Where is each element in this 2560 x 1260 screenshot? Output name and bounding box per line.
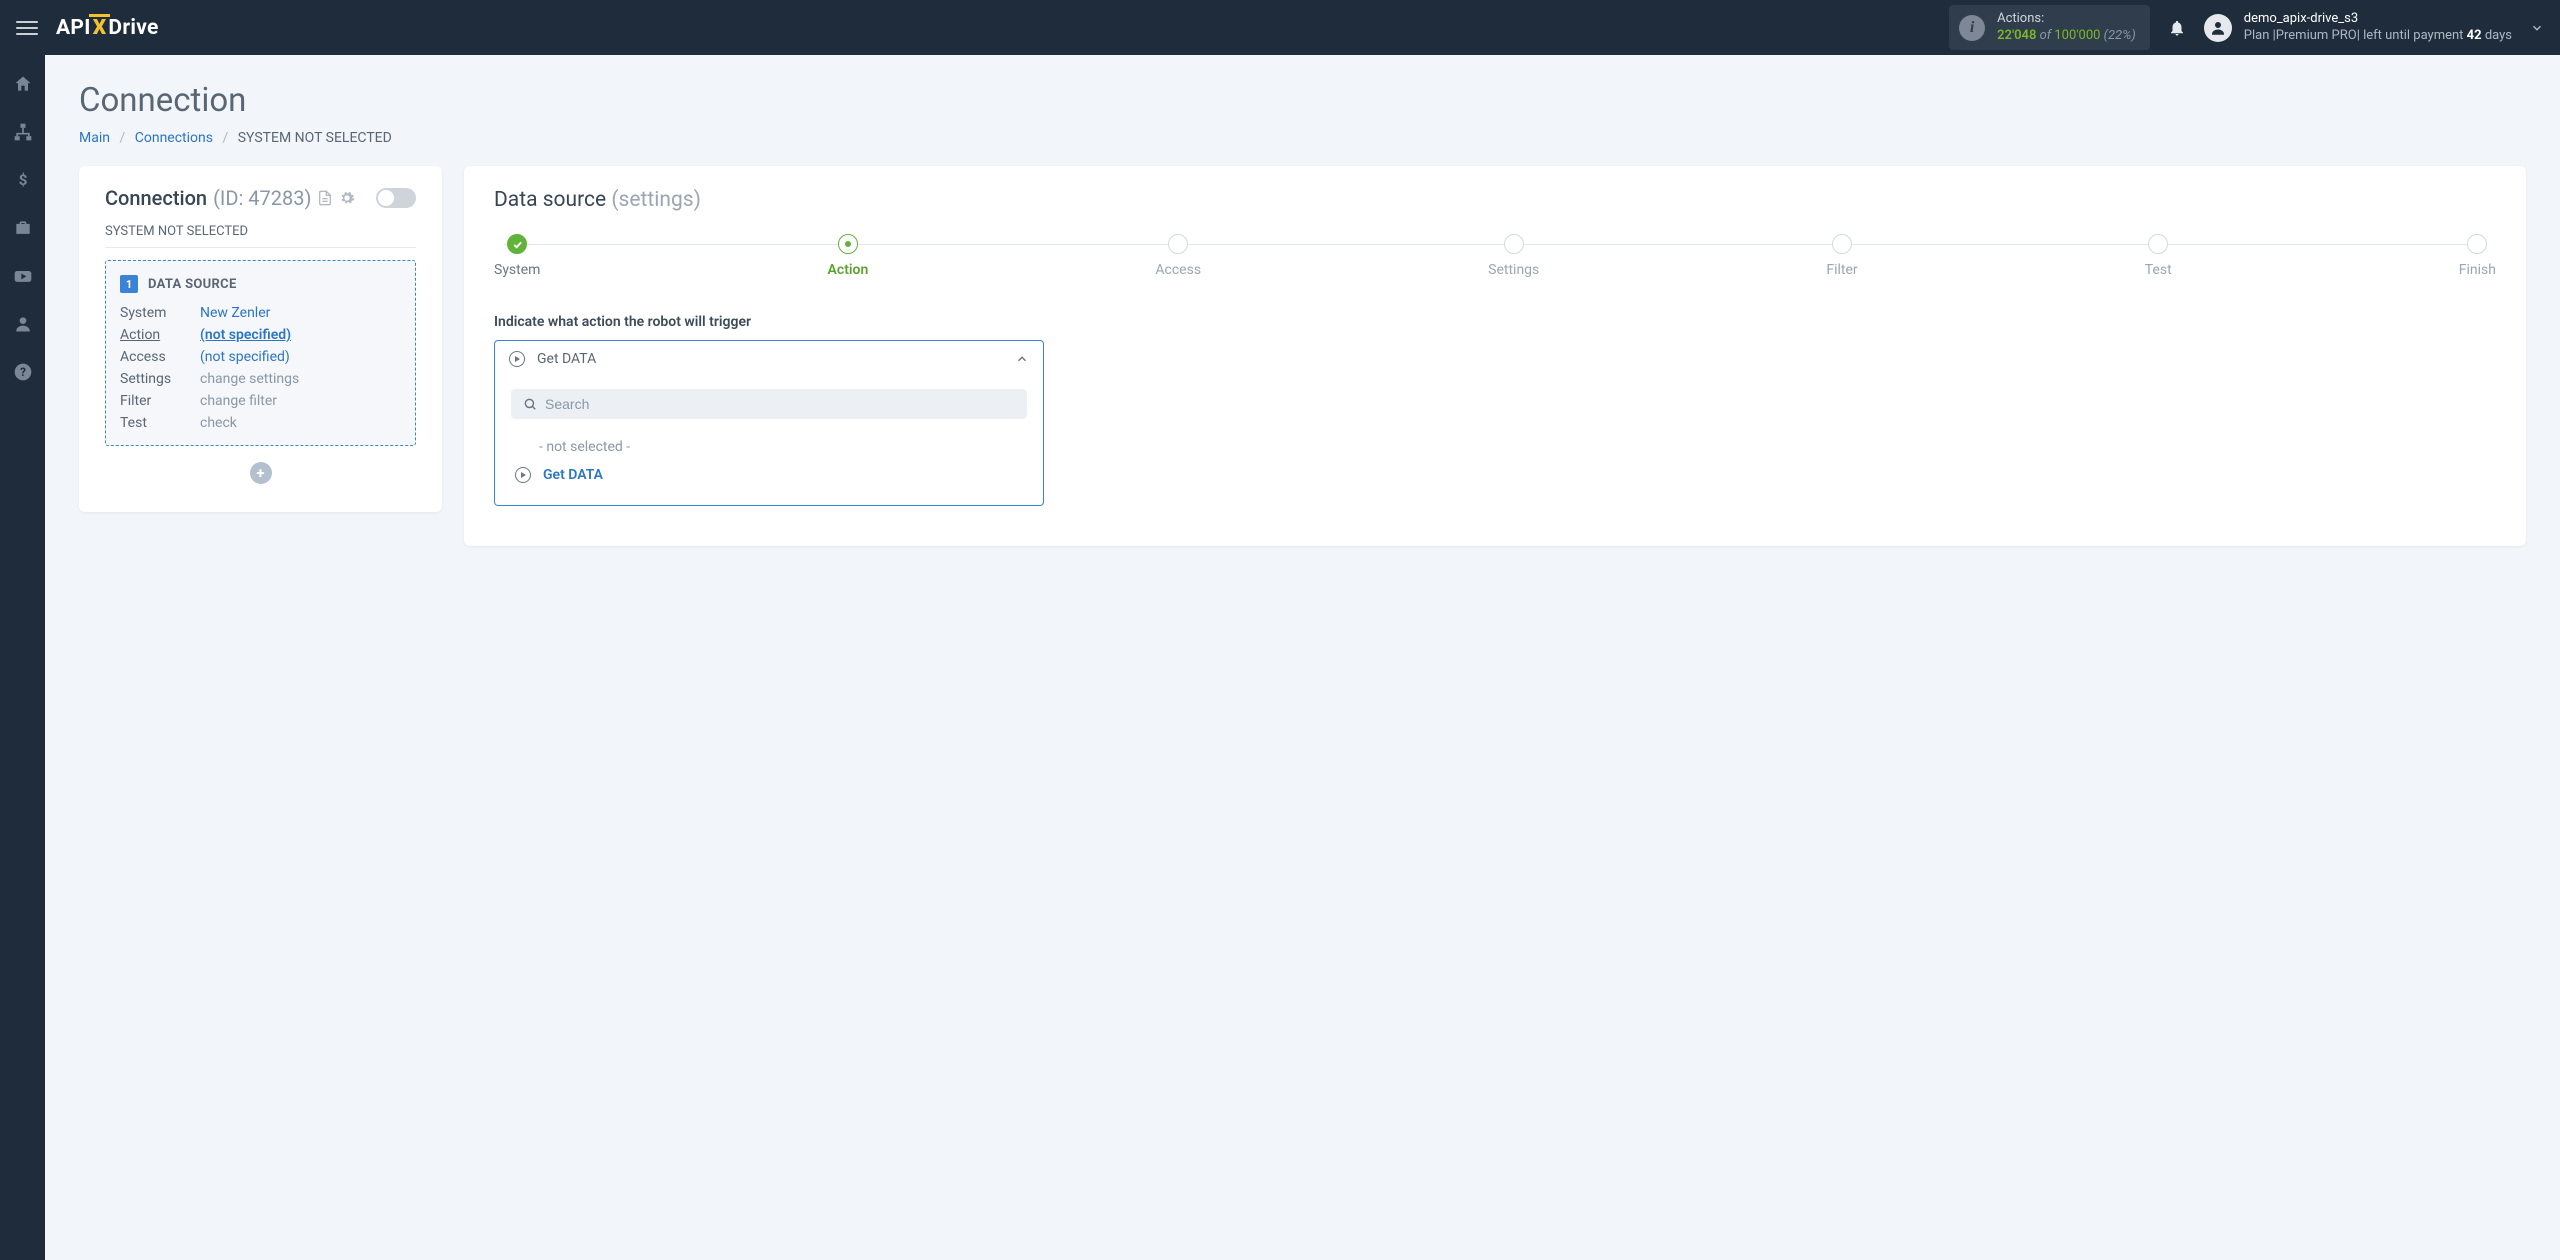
data-source-title: DATA SOURCE xyxy=(148,277,237,292)
connection-heading: Connection xyxy=(105,186,207,210)
page-title: Connection xyxy=(79,81,2526,120)
user-block[interactable]: demo_apix-drive_s3 Plan |Premium PRO| le… xyxy=(2244,11,2512,44)
chevron-down-icon[interactable] xyxy=(2530,21,2544,35)
actions-counter[interactable]: i Actions: 22'048 of 100'000 (22%) xyxy=(1949,5,2150,50)
play-icon xyxy=(515,467,531,483)
step-action[interactable]: Action xyxy=(828,234,869,278)
dropdown-value: Get DATA xyxy=(537,351,1003,367)
dropdown-toggle[interactable]: Get DATA xyxy=(495,341,1043,377)
field-label: Indicate what action the robot will trig… xyxy=(494,314,2496,330)
row-settings-key: Settings xyxy=(120,371,200,387)
help-icon[interactable]: ? xyxy=(12,361,34,383)
row-system-value[interactable]: New Zenler xyxy=(200,305,401,321)
briefcase-icon[interactable] xyxy=(12,217,34,239)
row-settings-value[interactable]: change settings xyxy=(200,371,401,387)
row-filter-key: Filter xyxy=(120,393,200,409)
action-dropdown: Get DATA - not selected - xyxy=(494,340,1044,506)
step-finish[interactable]: Finish xyxy=(2459,234,2496,278)
logo-prefix: API xyxy=(56,16,91,40)
logo[interactable]: API X Drive xyxy=(56,16,159,40)
logo-suffix: Drive xyxy=(108,16,158,40)
breadcrumb-current: SYSTEM NOT SELECTED xyxy=(238,130,392,146)
topbar: API X Drive i Actions: 22'048 of 100'000… xyxy=(0,0,2560,55)
data-source-badge: 1 xyxy=(120,275,138,293)
breadcrumb: Main / Connections / SYSTEM NOT SELECTED xyxy=(79,130,2526,146)
data-source-settings-card: Data source (settings) System Action Acc… xyxy=(464,166,2526,546)
row-access-key: Access xyxy=(120,349,200,365)
dollar-icon[interactable]: $ xyxy=(12,169,34,191)
step-test[interactable]: Test xyxy=(2145,234,2172,278)
svg-text:?: ? xyxy=(20,365,26,379)
connection-subtitle: SYSTEM NOT SELECTED xyxy=(105,224,416,248)
plan-line: Plan |Premium PRO| left until payment 42… xyxy=(2244,28,2512,44)
option-not-selected[interactable]: - not selected - xyxy=(511,433,1027,461)
bell-icon[interactable] xyxy=(2168,19,2186,37)
breadcrumb-connections[interactable]: Connections xyxy=(135,130,213,146)
actions-label: Actions: xyxy=(1997,11,2136,27)
main-content: Connection Main / Connections / SYSTEM N… xyxy=(45,55,2560,1260)
actions-total: 100'000 xyxy=(2054,28,2100,43)
connection-card: Connection (ID: 47283) SYSTEM NOT SELECT… xyxy=(79,166,442,512)
option-get-data[interactable]: Get DATA xyxy=(511,461,1027,489)
row-action-value[interactable]: (not specified) xyxy=(200,327,401,343)
connection-id: (ID: 47283) xyxy=(213,186,311,210)
add-button[interactable]: + xyxy=(250,462,272,484)
breadcrumb-main[interactable]: Main xyxy=(79,130,110,146)
row-action-key: Action xyxy=(120,327,200,343)
stepper: System Action Access Settings Filter xyxy=(494,234,2496,278)
search-input[interactable] xyxy=(545,396,1015,412)
row-filter-value[interactable]: change filter xyxy=(200,393,401,409)
username: demo_apix-drive_s3 xyxy=(2244,11,2512,27)
connection-toggle[interactable] xyxy=(376,188,416,208)
search-box[interactable] xyxy=(511,389,1027,419)
step-filter[interactable]: Filter xyxy=(1826,234,1857,278)
svg-text:$: $ xyxy=(18,171,27,189)
right-title: Data source (settings) xyxy=(494,188,2496,212)
sidebar: $ ? xyxy=(0,55,45,1260)
row-system-key: System xyxy=(120,305,200,321)
row-access-value[interactable]: (not specified) xyxy=(200,349,401,365)
step-access[interactable]: Access xyxy=(1155,234,1201,278)
play-icon xyxy=(509,351,525,367)
actions-of: of xyxy=(2036,28,2054,43)
search-icon xyxy=(523,397,537,411)
sitemap-icon[interactable] xyxy=(12,121,34,143)
step-system[interactable]: System xyxy=(494,234,540,278)
document-icon[interactable] xyxy=(317,190,333,206)
actions-pct: (22%) xyxy=(2100,28,2135,43)
actions-text: Actions: 22'048 of 100'000 (22%) xyxy=(1997,11,2136,44)
youtube-icon[interactable] xyxy=(12,265,34,287)
row-test-value[interactable]: check xyxy=(200,415,401,431)
logo-x: X xyxy=(91,16,109,40)
data-source-box: 1 DATA SOURCE System New Zenler Action (… xyxy=(105,260,416,446)
avatar-icon[interactable] xyxy=(2204,14,2232,42)
user-icon[interactable] xyxy=(12,313,34,335)
gear-icon[interactable] xyxy=(339,190,355,206)
chevron-up-icon xyxy=(1015,352,1029,366)
info-icon: i xyxy=(1959,15,1985,41)
menu-toggle-icon[interactable] xyxy=(16,17,38,39)
home-icon[interactable] xyxy=(12,73,34,95)
row-test-key: Test xyxy=(120,415,200,431)
actions-used: 22'048 xyxy=(1997,28,2036,43)
dropdown-body: - not selected - Get DATA xyxy=(495,377,1043,505)
step-settings[interactable]: Settings xyxy=(1488,234,1539,278)
